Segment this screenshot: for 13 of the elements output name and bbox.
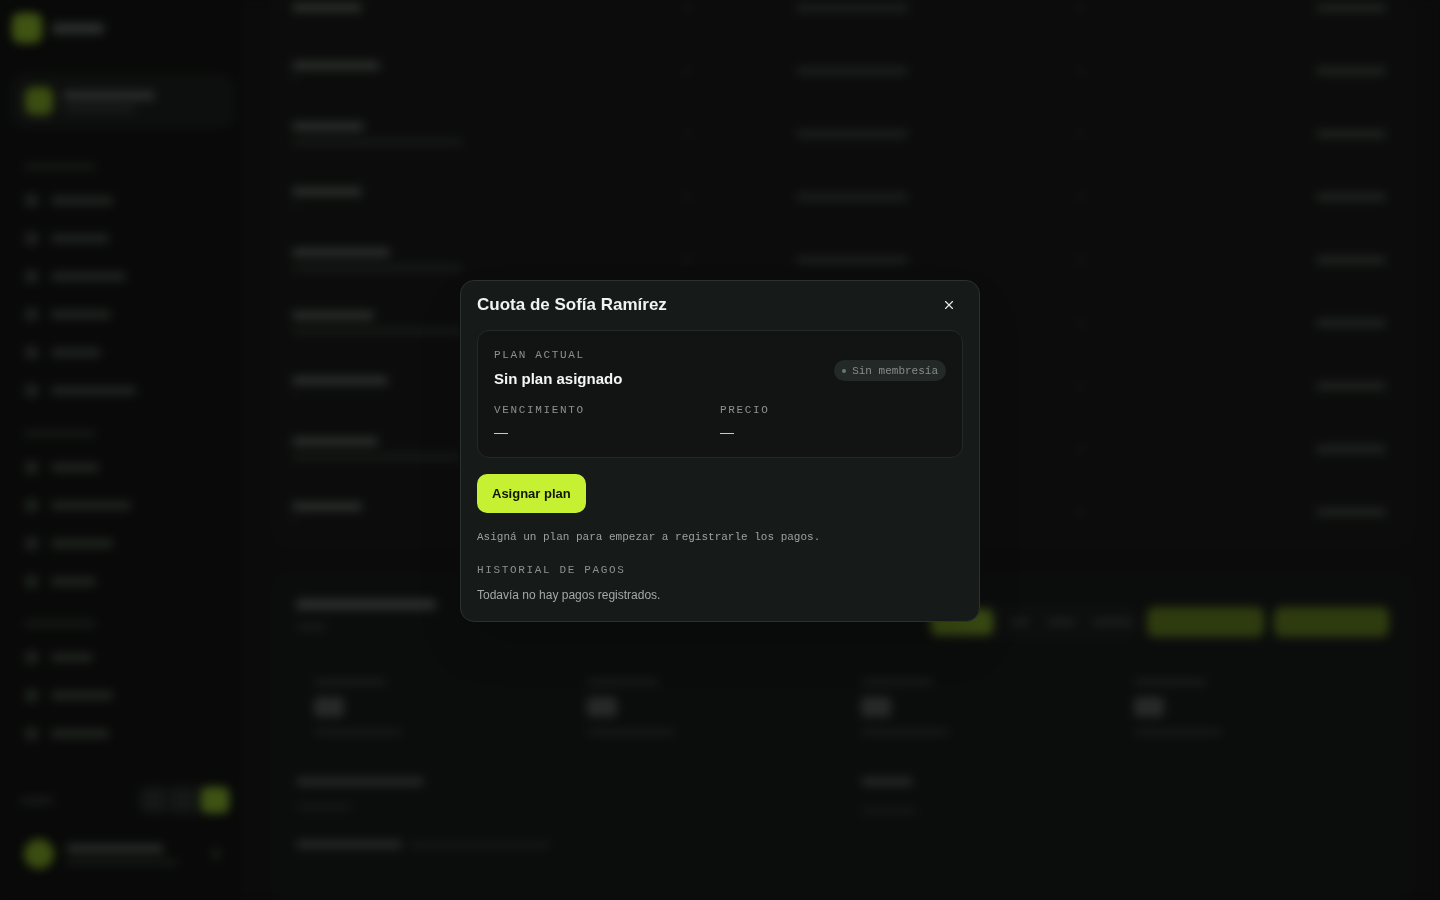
- dialog-title: Cuota de Sofía Ramírez: [477, 294, 667, 316]
- plan-name: Sin plan asignado: [494, 369, 623, 389]
- field-label: PRECIO: [720, 403, 770, 417]
- assign-plan-button[interactable]: Asignar plan: [477, 474, 586, 513]
- field-value: —: [494, 423, 508, 442]
- assign-plan-hint: Asigná un plan para empezar a registrarle los pagos.: [477, 530, 822, 544]
- field-value: —: [720, 423, 734, 442]
- payment-history-heading: HISTORIAL DE PAGOS: [477, 563, 627, 577]
- close-icon: [942, 298, 956, 312]
- field-label: VENCIMIENTO: [494, 403, 585, 417]
- membership-status-text: Sin membresía: [852, 363, 938, 378]
- empty-history-message: Todavía no hay pagos registrados.: [477, 587, 662, 603]
- plan-section-label: PLAN ACTUAL: [494, 348, 585, 362]
